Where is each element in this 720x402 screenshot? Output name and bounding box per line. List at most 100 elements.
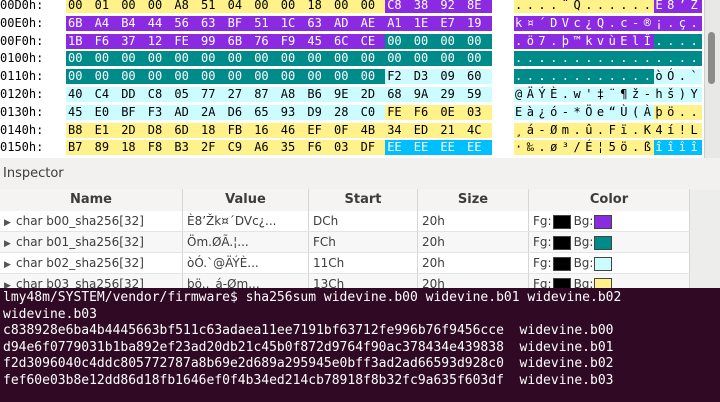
hex-ascii-char[interactable]: þ (560, 33, 573, 49)
hex-ascii-char[interactable]: Ù (619, 104, 632, 120)
hex-ascii-char[interactable]: . (666, 33, 679, 49)
hex-ascii-char[interactable]: ` (689, 69, 702, 85)
hex-byte[interactable]: 16 (252, 122, 280, 138)
inspector-row[interactable]: ▶ char b02_sha256[32] òÓ.`@ÄÝÈ... 11Ch 20h Fg… (0, 253, 690, 274)
hex-byte[interactable]: FE (172, 33, 200, 49)
hex-byte[interactable]: B8 (66, 122, 94, 138)
hex-byte[interactable]: EE (385, 140, 413, 156)
hex-ascii-char[interactable]: ’ (677, 0, 690, 13)
hex-byte[interactable]: 00 (358, 0, 386, 13)
hex-byte[interactable]: AD (172, 104, 200, 120)
hex-ascii-char[interactable]: . (677, 69, 690, 85)
hex-ascii-char[interactable]: . (666, 15, 679, 31)
hex-ascii-char[interactable]: . (642, 51, 655, 67)
hex-byte[interactable]: 00 (438, 33, 466, 49)
hex-ascii-char[interactable]: ® (642, 15, 655, 31)
hex-ascii-char[interactable]: . (677, 33, 690, 49)
hex-byte[interactable]: F2 (385, 69, 413, 85)
hex-byte[interactable]: 00 (358, 69, 386, 85)
hex-byte[interactable]: 29 (438, 87, 466, 102)
hex-ascii-char[interactable]: î (654, 140, 667, 156)
hex-byte[interactable]: 76 (252, 33, 280, 49)
hex-ascii-char[interactable]: . (572, 69, 585, 85)
hex-byte[interactable]: F6 (411, 104, 439, 120)
hex-byte[interactable]: 2A (199, 104, 227, 120)
fg-color-swatch[interactable] (552, 256, 571, 271)
hex-ascii-char[interactable]: Ø (549, 122, 562, 138)
inspector-row[interactable]: ▶ char b00_sha256[32] È8’Žk¤´DVc¿... DCh 20h… (0, 211, 690, 232)
hex-byte[interactable]: EE (411, 140, 439, 156)
hex-ascii-char[interactable]: ¤ (525, 15, 538, 31)
hex-byte[interactable]: CE (358, 33, 386, 49)
hex-byte[interactable]: 56 (172, 15, 200, 31)
hex-byte[interactable]: 19 (465, 15, 493, 31)
hex-byte[interactable]: A1 (385, 15, 413, 31)
hex-ascii-char[interactable]: F (607, 122, 620, 138)
hex-ascii-char[interactable]: K (642, 122, 655, 138)
hex-byte[interactable]: F3 (145, 104, 173, 120)
hex-byte[interactable]: E1 (92, 122, 120, 138)
hex-byte[interactable]: D3 (411, 69, 439, 85)
hex-byte[interactable]: A8 (172, 0, 200, 13)
hex-byte[interactable]: 00 (199, 69, 227, 85)
hex-byte[interactable]: 9E (332, 87, 360, 102)
hex-ascii-char[interactable]: c (572, 15, 585, 31)
hex-ascii-char[interactable]: * (572, 104, 585, 120)
hex-byte[interactable]: 38 (411, 0, 439, 13)
hex-ascii-char[interactable]: . (537, 51, 550, 67)
hex-ascii-char[interactable]: î (677, 140, 690, 156)
hex-byte[interactable]: 63 (305, 15, 333, 31)
hex-ascii-char[interactable]: V (560, 15, 573, 31)
hex-ascii-char[interactable]: É (584, 140, 597, 156)
hex-ascii-char[interactable]: ï (619, 122, 632, 138)
hex-byte[interactable]: 92 (438, 0, 466, 13)
hex-ascii-char[interactable]: š (666, 87, 679, 102)
hex-byte[interactable]: 18 (119, 140, 147, 156)
hex-ascii-char[interactable]: 4 (654, 122, 667, 138)
column-header-color[interactable]: Color (529, 189, 690, 211)
fg-color-swatch[interactable] (552, 235, 571, 250)
hex-byte[interactable]: 6B (225, 33, 253, 49)
hex-ascii-char[interactable]: ö (619, 140, 632, 156)
hex-ascii-char[interactable]: . (689, 33, 702, 49)
hex-ascii-char[interactable]: . (584, 69, 597, 85)
hex-ascii-char[interactable]: E (514, 104, 526, 120)
hex-byte[interactable]: A4 (92, 15, 120, 31)
hex-byte[interactable]: 40 (66, 87, 94, 102)
hex-byte[interactable]: B7 (66, 140, 94, 156)
hex-ascii-char[interactable]: e (595, 104, 608, 120)
hex-ascii-char[interactable]: . (595, 51, 608, 67)
hex-ascii-char[interactable]: . (549, 69, 562, 85)
hex-ascii-char[interactable]: ¡ (654, 15, 667, 31)
hex-byte[interactable]: 04 (225, 0, 253, 13)
inspector-scrollbar[interactable] (690, 190, 720, 288)
hex-byte[interactable]: 00 (145, 51, 173, 67)
hex-byte[interactable]: 00 (252, 69, 280, 85)
hex-ascii-char[interactable]: / (572, 140, 585, 156)
hex-byte[interactable]: 03 (465, 104, 493, 120)
hex-ascii-char[interactable]: Ž (689, 0, 702, 13)
hex-byte[interactable]: 00 (199, 51, 227, 67)
hex-ascii-char[interactable]: ¨ (560, 0, 573, 13)
hex-byte[interactable]: 0F (332, 122, 360, 138)
hex-ascii-char[interactable]: ´ (537, 15, 550, 31)
hex-ascii-char[interactable]: . (537, 0, 550, 13)
hex-ascii-char[interactable]: . (631, 51, 643, 67)
hex-byte[interactable]: BF (225, 15, 253, 31)
hex-byte[interactable]: BF (119, 104, 147, 120)
hex-byte[interactable]: 00 (332, 0, 360, 13)
hex-byte[interactable]: 37 (119, 33, 147, 49)
hex-ascii-char[interactable]: 7 (537, 33, 550, 49)
hex-byte[interactable]: 1B (66, 33, 94, 49)
hex-ascii-char[interactable]: . (619, 0, 632, 13)
hex-byte[interactable]: 00 (332, 69, 360, 85)
hex-ascii-char[interactable]: . (514, 51, 526, 67)
hex-ascii-char[interactable]: . (677, 104, 690, 120)
hex-ascii-char[interactable]: . (560, 51, 573, 67)
hex-byte[interactable]: C8 (145, 87, 173, 102)
hex-ascii-char[interactable]: ! (677, 122, 690, 138)
hex-byte[interactable]: A6 (252, 140, 280, 156)
hex-ascii-char[interactable]: ) (677, 87, 690, 102)
hex-byte[interactable]: 18 (305, 0, 333, 13)
hex-ascii-char[interactable]: . (525, 69, 538, 85)
